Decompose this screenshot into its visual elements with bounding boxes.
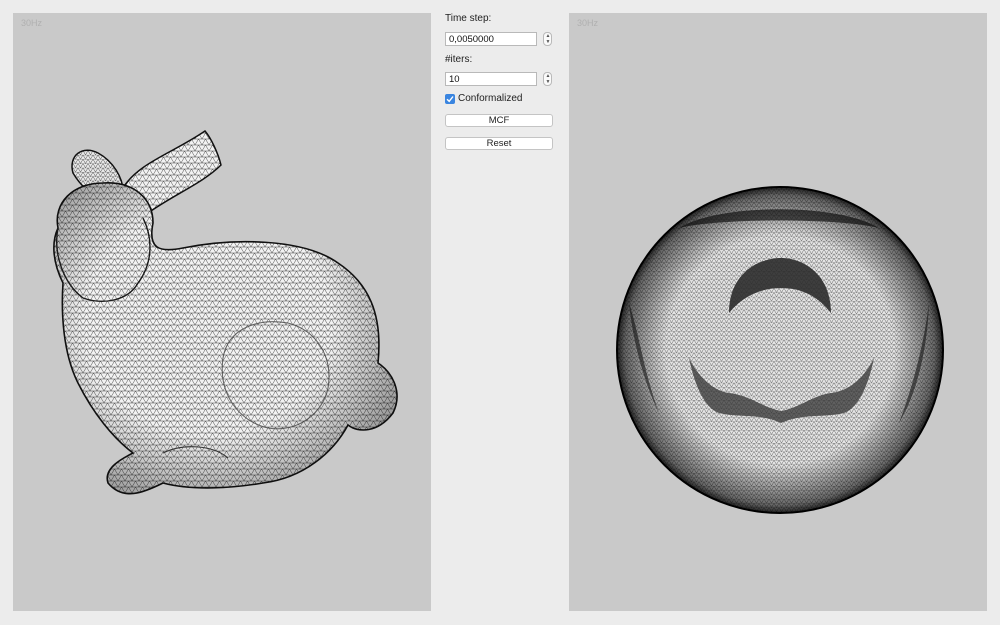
conformalized-label: Conformalized [458, 93, 523, 104]
time-step-label: Time step: [445, 13, 492, 24]
left-viewport[interactable]: 30Hz [13, 13, 431, 611]
iters-label: #iters: [445, 54, 473, 65]
chevron-down-icon[interactable]: ▼ [545, 79, 551, 85]
sphere-mesh [616, 186, 944, 514]
time-step-input[interactable] [445, 32, 537, 46]
checkmark-icon [446, 96, 454, 103]
bunny-mesh [53, 129, 398, 495]
mcf-button[interactable]: MCF [445, 114, 553, 127]
time-step-spinbox[interactable]: ▲ ▼ [445, 32, 553, 46]
right-viewport[interactable]: 30Hz [569, 13, 987, 611]
conformalized-checkbox[interactable] [445, 94, 455, 104]
iters-input[interactable] [445, 72, 537, 86]
time-step-stepper[interactable]: ▲ ▼ [543, 32, 552, 46]
reset-button[interactable]: Reset [445, 137, 553, 150]
iters-spinbox[interactable]: ▲ ▼ [445, 72, 553, 86]
iters-stepper[interactable]: ▲ ▼ [543, 72, 552, 86]
chevron-down-icon[interactable]: ▼ [545, 39, 551, 45]
